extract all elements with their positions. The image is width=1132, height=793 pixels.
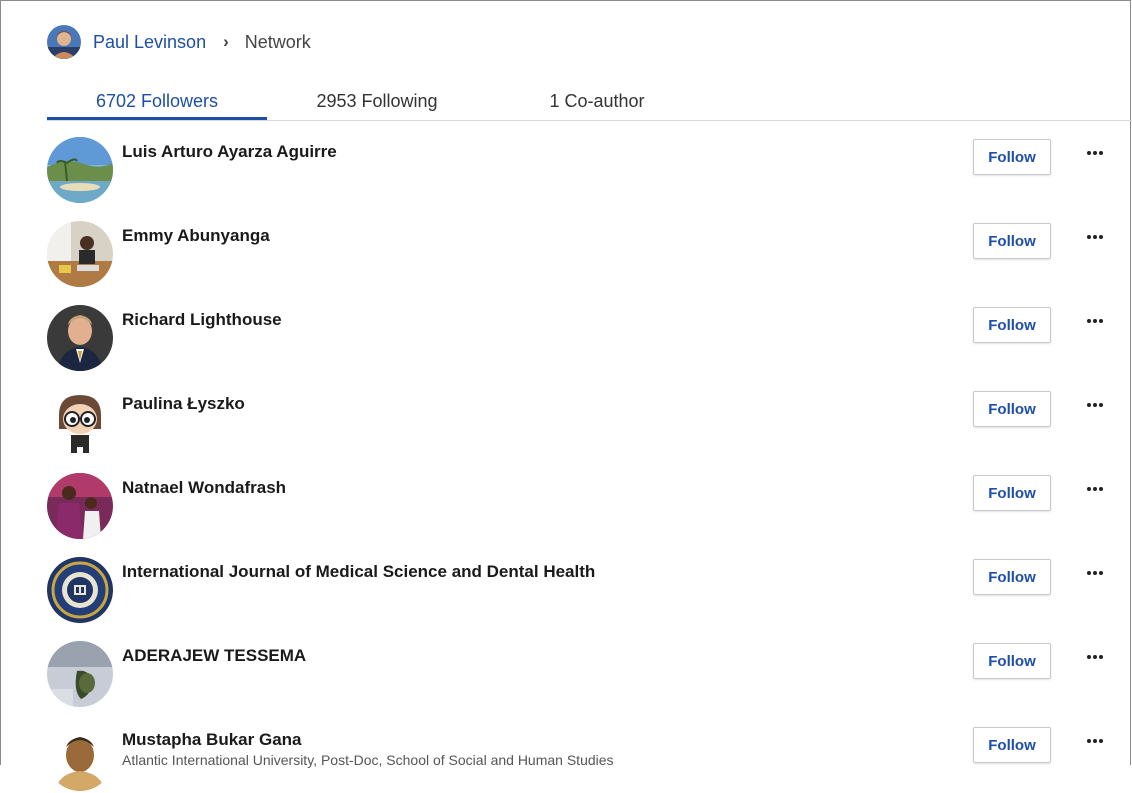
breadcrumb-page: Network bbox=[244, 31, 311, 52]
list-item: International Journal of Medical Science… bbox=[1, 541, 1132, 625]
followers-list: Luis Arturo Ayarza Aguirre Follow Emmy A… bbox=[1, 121, 1132, 793]
more-options-icon[interactable] bbox=[1081, 395, 1109, 415]
list-item: ADERAJEW TESSEMA Follow bbox=[1, 625, 1132, 709]
more-options-icon[interactable] bbox=[1081, 227, 1109, 247]
follow-button[interactable]: Follow bbox=[973, 139, 1051, 175]
list-item: Emmy Abunyanga Follow bbox=[1, 205, 1132, 289]
avatar[interactable] bbox=[47, 305, 113, 371]
more-options-icon[interactable] bbox=[1081, 647, 1109, 667]
person-name[interactable]: Luis Arturo Ayarza Aguirre bbox=[122, 142, 337, 162]
person-affiliation: Atlantic International University, Post-… bbox=[122, 752, 614, 768]
breadcrumb-user-link[interactable]: Paul Levinson bbox=[93, 32, 206, 53]
follow-button[interactable]: Follow bbox=[973, 391, 1051, 427]
more-options-icon[interactable] bbox=[1081, 479, 1109, 499]
person-name[interactable]: Natnael Wondafrash bbox=[122, 478, 286, 498]
list-item: Luis Arturo Ayarza Aguirre Follow bbox=[1, 121, 1132, 205]
network-page: Paul Levinson › Network 6702 Followers 2… bbox=[0, 0, 1132, 791]
person-name[interactable]: Paulina Łyszko bbox=[122, 394, 245, 414]
more-options-icon[interactable] bbox=[1081, 143, 1109, 163]
list-item: Natnael Wondafrash Follow bbox=[1, 457, 1132, 541]
avatar[interactable] bbox=[47, 473, 113, 539]
more-options-icon[interactable] bbox=[1081, 311, 1109, 331]
tab-co-authors[interactable]: 1 Co-author bbox=[487, 84, 707, 119]
avatar[interactable] bbox=[47, 221, 113, 287]
tab-followers[interactable]: 6702 Followers bbox=[47, 84, 267, 120]
person-name[interactable]: Mustapha Bukar Gana bbox=[122, 730, 302, 750]
avatar[interactable] bbox=[47, 641, 113, 707]
more-options-icon[interactable] bbox=[1081, 563, 1109, 583]
follow-button[interactable]: Follow bbox=[973, 643, 1051, 679]
list-item: Paulina Łyszko Follow bbox=[1, 373, 1132, 457]
network-tabs: 6702 Followers 2953 Following 1 Co-autho… bbox=[47, 84, 1132, 121]
follow-button[interactable]: Follow bbox=[973, 475, 1051, 511]
more-options-icon[interactable] bbox=[1081, 731, 1109, 751]
follow-button[interactable]: Follow bbox=[973, 307, 1051, 343]
person-name[interactable]: Emmy Abunyanga bbox=[122, 226, 270, 246]
avatar[interactable] bbox=[47, 557, 113, 623]
user-avatar[interactable] bbox=[47, 25, 81, 59]
avatar[interactable] bbox=[47, 725, 113, 791]
person-name[interactable]: International Journal of Medical Science… bbox=[122, 562, 595, 582]
breadcrumb: Paul Levinson › Network bbox=[47, 25, 311, 59]
person-name[interactable]: Richard Lighthouse bbox=[122, 310, 282, 330]
list-item: Mustapha Bukar Gana Atlantic Internation… bbox=[1, 709, 1132, 793]
chevron-right-icon: › bbox=[223, 32, 229, 51]
follow-button[interactable]: Follow bbox=[973, 559, 1051, 595]
person-name[interactable]: ADERAJEW TESSEMA bbox=[122, 646, 306, 666]
follow-button[interactable]: Follow bbox=[973, 223, 1051, 259]
avatar[interactable] bbox=[47, 137, 113, 203]
follow-button[interactable]: Follow bbox=[973, 727, 1051, 763]
tab-following[interactable]: 2953 Following bbox=[267, 84, 487, 119]
list-item: Richard Lighthouse Follow bbox=[1, 289, 1132, 373]
avatar[interactable] bbox=[47, 389, 113, 455]
